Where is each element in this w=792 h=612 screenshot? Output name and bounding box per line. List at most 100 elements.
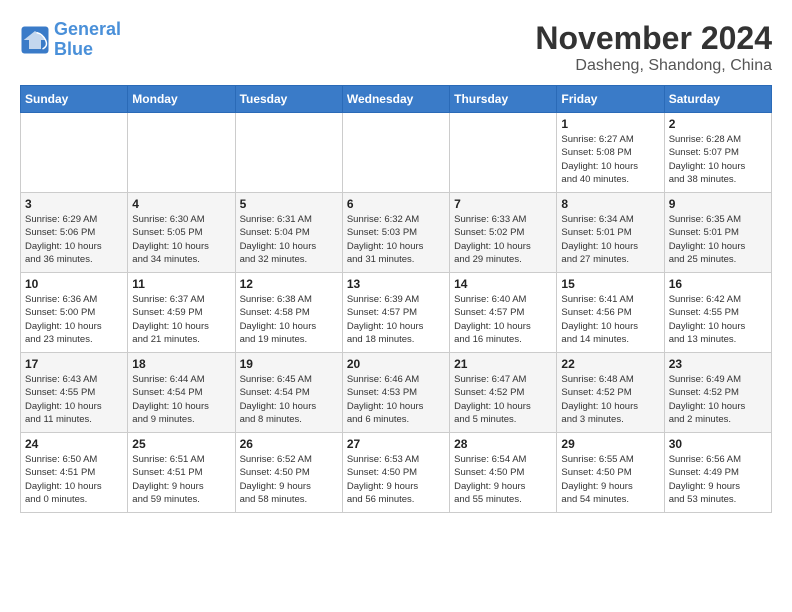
day-info: Sunrise: 6:51 AM Sunset: 4:51 PM Dayligh… bbox=[132, 453, 230, 506]
day-number: 6 bbox=[347, 197, 445, 211]
table-row: 6 Sunrise: 6:32 AM Sunset: 5:03 PM Daylig… bbox=[342, 193, 449, 273]
location-title: Dasheng, Shandong, China bbox=[535, 57, 772, 75]
day-info: Sunrise: 6:44 AM Sunset: 4:54 PM Dayligh… bbox=[132, 373, 230, 426]
day-info: Sunrise: 6:38 AM Sunset: 4:58 PM Dayligh… bbox=[240, 293, 338, 346]
calendar-week-row: 17 Sunrise: 6:43 AM Sunset: 4:55 PM Dayli… bbox=[21, 353, 772, 433]
table-row bbox=[21, 113, 128, 193]
day-info: Sunrise: 6:34 AM Sunset: 5:01 PM Dayligh… bbox=[561, 213, 659, 266]
col-wednesday: Wednesday bbox=[342, 86, 449, 113]
col-saturday: Saturday bbox=[664, 86, 771, 113]
day-number: 13 bbox=[347, 277, 445, 291]
table-row: 10 Sunrise: 6:36 AM Sunset: 5:00 PM Dayli… bbox=[21, 273, 128, 353]
table-row: 19Sunrise: 6:45 AM Sunset: 4:54 PM Dayli… bbox=[235, 353, 342, 433]
day-info: Sunrise: 6:33 AM Sunset: 5:02 PM Dayligh… bbox=[454, 213, 552, 266]
table-row: 16 Sunrise: 6:42 AM Sunset: 4:55 PM Dayli… bbox=[664, 273, 771, 353]
day-info: Sunrise: 6:35 AM Sunset: 5:01 PM Dayligh… bbox=[669, 213, 767, 266]
calendar-week-row: 1 Sunrise: 6:27 AM Sunset: 5:08 PM Daylig… bbox=[21, 113, 772, 193]
calendar-week-row: 3 Sunrise: 6:29 AM Sunset: 5:06 PM Daylig… bbox=[21, 193, 772, 273]
day-info: Sunrise: 6:30 AM Sunset: 5:05 PM Dayligh… bbox=[132, 213, 230, 266]
day-number: 28 bbox=[454, 437, 552, 451]
table-row: 11 Sunrise: 6:37 AM Sunset: 4:59 PM Dayli… bbox=[128, 273, 235, 353]
table-row: 26 Sunrise: 6:52 AM Sunset: 4:50 PM Dayli… bbox=[235, 433, 342, 513]
day-number: 3 bbox=[25, 197, 123, 211]
table-row: 27Sunrise: 6:53 AM Sunset: 4:50 PM Dayli… bbox=[342, 433, 449, 513]
day-number: 24 bbox=[25, 437, 123, 451]
day-info: Sunrise: 6:42 AM Sunset: 4:55 PM Dayligh… bbox=[669, 293, 767, 346]
day-number: 19 bbox=[240, 357, 338, 371]
table-row bbox=[450, 113, 557, 193]
table-row: 13 Sunrise: 6:39 AM Sunset: 4:57 PM Dayli… bbox=[342, 273, 449, 353]
table-row: 14Sunrise: 6:40 AM Sunset: 4:57 PM Dayli… bbox=[450, 273, 557, 353]
day-number: 26 bbox=[240, 437, 338, 451]
day-info: Sunrise: 6:54 AM Sunset: 4:50 PM Dayligh… bbox=[454, 453, 552, 506]
day-number: 17 bbox=[25, 357, 123, 371]
day-info: Sunrise: 6:32 AM Sunset: 5:03 PM Dayligh… bbox=[347, 213, 445, 266]
table-row: 29Sunrise: 6:55 AM Sunset: 4:50 PM Dayli… bbox=[557, 433, 664, 513]
logo-name: General Blue bbox=[54, 20, 121, 60]
table-row: 7 Sunrise: 6:33 AM Sunset: 5:02 PM Daylig… bbox=[450, 193, 557, 273]
table-row: 5 Sunrise: 6:31 AM Sunset: 5:04 PM Daylig… bbox=[235, 193, 342, 273]
logo-icon bbox=[20, 25, 50, 55]
day-info: Sunrise: 6:39 AM Sunset: 4:57 PM Dayligh… bbox=[347, 293, 445, 346]
day-info: Sunrise: 6:52 AM Sunset: 4:50 PM Dayligh… bbox=[240, 453, 338, 506]
col-thursday: Thursday bbox=[450, 86, 557, 113]
table-row: 8 Sunrise: 6:34 AM Sunset: 5:01 PM Daylig… bbox=[557, 193, 664, 273]
table-row: 24 Sunrise: 6:50 AM Sunset: 4:51 PM Dayli… bbox=[21, 433, 128, 513]
day-number: 29 bbox=[561, 437, 659, 451]
day-number: 11 bbox=[132, 277, 230, 291]
day-number: 18 bbox=[132, 357, 230, 371]
day-info: Sunrise: 6:47 AM Sunset: 4:52 PM Dayligh… bbox=[454, 373, 552, 426]
table-row: 9Sunrise: 6:35 AM Sunset: 5:01 PM Daylig… bbox=[664, 193, 771, 273]
calendar: Sunday Monday Tuesday Wednesday Thursday… bbox=[20, 85, 772, 513]
day-info: Sunrise: 6:40 AM Sunset: 4:57 PM Dayligh… bbox=[454, 293, 552, 346]
table-row: 20 Sunrise: 6:46 AM Sunset: 4:53 PM Dayli… bbox=[342, 353, 449, 433]
day-number: 4 bbox=[132, 197, 230, 211]
day-info: Sunrise: 6:36 AM Sunset: 5:00 PM Dayligh… bbox=[25, 293, 123, 346]
day-info: Sunrise: 6:27 AM Sunset: 5:08 PM Dayligh… bbox=[561, 133, 659, 186]
table-row: 15Sunrise: 6:41 AM Sunset: 4:56 PM Dayli… bbox=[557, 273, 664, 353]
day-number: 12 bbox=[240, 277, 338, 291]
table-row: 1 Sunrise: 6:27 AM Sunset: 5:08 PM Daylig… bbox=[557, 113, 664, 193]
day-number: 15 bbox=[561, 277, 659, 291]
calendar-week-row: 24 Sunrise: 6:50 AM Sunset: 4:51 PM Dayli… bbox=[21, 433, 772, 513]
table-row bbox=[235, 113, 342, 193]
table-row: 4 Sunrise: 6:30 AM Sunset: 5:05 PM Daylig… bbox=[128, 193, 235, 273]
day-info: Sunrise: 6:56 AM Sunset: 4:49 PM Dayligh… bbox=[669, 453, 767, 506]
title-section: November 2024 Dasheng, Shandong, China bbox=[535, 20, 772, 75]
table-row: 30 Sunrise: 6:56 AM Sunset: 4:49 PM Dayli… bbox=[664, 433, 771, 513]
table-row: 12 Sunrise: 6:38 AM Sunset: 4:58 PM Dayli… bbox=[235, 273, 342, 353]
table-row: 25Sunrise: 6:51 AM Sunset: 4:51 PM Dayli… bbox=[128, 433, 235, 513]
day-info: Sunrise: 6:46 AM Sunset: 4:53 PM Dayligh… bbox=[347, 373, 445, 426]
calendar-week-row: 10 Sunrise: 6:36 AM Sunset: 5:00 PM Dayli… bbox=[21, 273, 772, 353]
month-title: November 2024 bbox=[535, 20, 772, 57]
day-number: 30 bbox=[669, 437, 767, 451]
day-number: 20 bbox=[347, 357, 445, 371]
day-info: Sunrise: 6:50 AM Sunset: 4:51 PM Dayligh… bbox=[25, 453, 123, 506]
day-number: 8 bbox=[561, 197, 659, 211]
day-info: Sunrise: 6:49 AM Sunset: 4:52 PM Dayligh… bbox=[669, 373, 767, 426]
logo: General Blue bbox=[20, 20, 121, 60]
day-number: 5 bbox=[240, 197, 338, 211]
col-friday: Friday bbox=[557, 86, 664, 113]
day-number: 22 bbox=[561, 357, 659, 371]
day-number: 7 bbox=[454, 197, 552, 211]
day-info: Sunrise: 6:37 AM Sunset: 4:59 PM Dayligh… bbox=[132, 293, 230, 346]
day-number: 16 bbox=[669, 277, 767, 291]
day-info: Sunrise: 6:43 AM Sunset: 4:55 PM Dayligh… bbox=[25, 373, 123, 426]
day-number: 2 bbox=[669, 117, 767, 131]
day-number: 23 bbox=[669, 357, 767, 371]
table-row bbox=[342, 113, 449, 193]
col-monday: Monday bbox=[128, 86, 235, 113]
table-row: 3 Sunrise: 6:29 AM Sunset: 5:06 PM Daylig… bbox=[21, 193, 128, 273]
day-number: 10 bbox=[25, 277, 123, 291]
header: General Blue November 2024 Dasheng, Shan… bbox=[20, 20, 772, 75]
day-number: 1 bbox=[561, 117, 659, 131]
table-row: 22 Sunrise: 6:48 AM Sunset: 4:52 PM Dayli… bbox=[557, 353, 664, 433]
table-row: 2Sunrise: 6:28 AM Sunset: 5:07 PM Daylig… bbox=[664, 113, 771, 193]
day-number: 27 bbox=[347, 437, 445, 451]
table-row: 21Sunrise: 6:47 AM Sunset: 4:52 PM Dayli… bbox=[450, 353, 557, 433]
day-info: Sunrise: 6:31 AM Sunset: 5:04 PM Dayligh… bbox=[240, 213, 338, 266]
table-row: 17 Sunrise: 6:43 AM Sunset: 4:55 PM Dayli… bbox=[21, 353, 128, 433]
day-info: Sunrise: 6:48 AM Sunset: 4:52 PM Dayligh… bbox=[561, 373, 659, 426]
day-info: Sunrise: 6:29 AM Sunset: 5:06 PM Dayligh… bbox=[25, 213, 123, 266]
